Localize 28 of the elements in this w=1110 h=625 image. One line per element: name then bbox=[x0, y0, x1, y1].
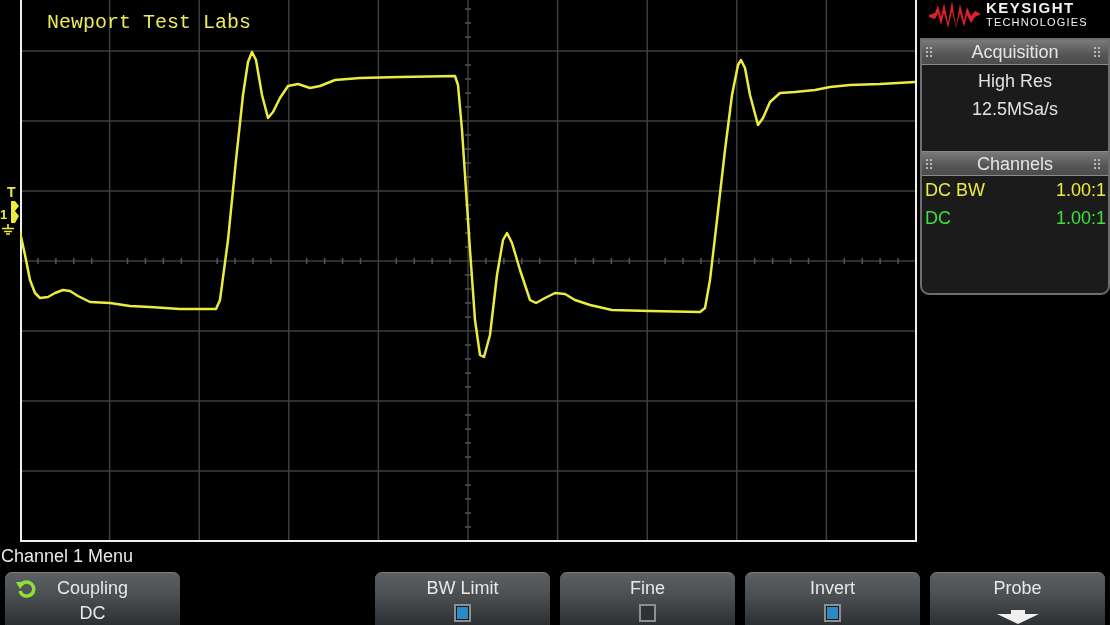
down-arrow-icon bbox=[996, 610, 1039, 624]
grip-icon bbox=[1094, 158, 1100, 169]
channel-coupling: DC bbox=[925, 207, 951, 229]
grip-icon bbox=[926, 47, 932, 57]
softkey[interactable]: Coupling DC bbox=[5, 572, 180, 625]
panel-title: Acquisition bbox=[970, 41, 1060, 63]
softkey[interactable]: BW Limit bbox=[375, 572, 550, 625]
logo-icon bbox=[929, 1, 981, 28]
screen-annotation: Newport Test Labs bbox=[47, 11, 252, 35]
softkey[interactable]: Fine bbox=[560, 572, 735, 625]
acquisition-mode: High Res bbox=[978, 70, 1052, 93]
grip-icon bbox=[926, 158, 932, 169]
brand-tagline: TECHNOLOGIES bbox=[986, 15, 1088, 29]
channel-marker: 1 bbox=[0, 208, 8, 221]
channel-probe-ratio: 1.00:1 bbox=[1055, 207, 1106, 229]
menu-title: Channel 1 Menu bbox=[0, 545, 135, 568]
channel-probe-ratio: 1.00:1 bbox=[1055, 179, 1106, 201]
channel-pointer-icon bbox=[11, 201, 19, 223]
channel-coupling: DC BW bbox=[925, 179, 985, 201]
sample-rate: 12.5MSa/s bbox=[971, 98, 1058, 121]
ground-icon bbox=[2, 224, 14, 235]
softkey[interactable]: Probe bbox=[930, 572, 1105, 625]
trigger-marker: T bbox=[7, 185, 16, 199]
grip-icon bbox=[1094, 47, 1100, 57]
brand-name: KEYSIGHT bbox=[986, 1, 1076, 15]
softkey[interactable]: Invert bbox=[745, 572, 920, 625]
panel-title: Channels bbox=[975, 152, 1055, 175]
cycle-arrow-icon bbox=[15, 578, 37, 598]
